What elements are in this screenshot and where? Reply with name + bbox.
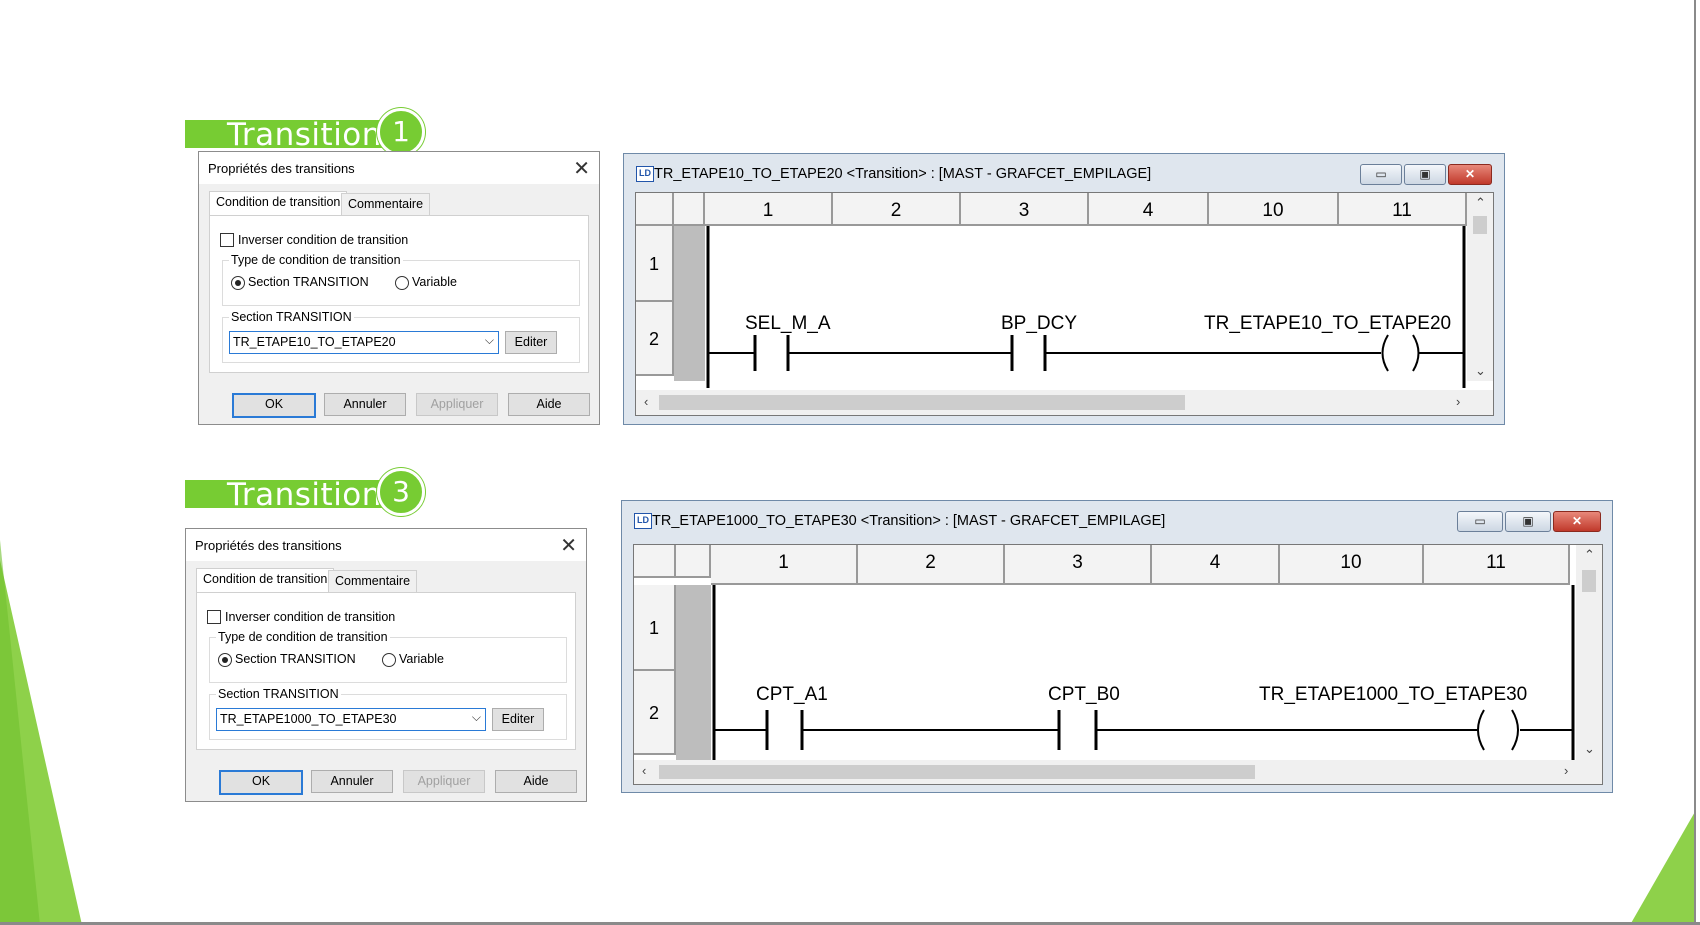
coil-label: TR_ETAPE10_TO_ETAPE20 xyxy=(1204,313,1451,334)
contact-1-label: SEL_M_A xyxy=(745,313,831,334)
apply-button[interactable]: Appliquer xyxy=(416,393,498,416)
scroll-left-icon[interactable]: ‹ xyxy=(642,763,646,778)
minimize-icon[interactable]: ▭ xyxy=(1457,511,1503,532)
vertical-scrollbar[interactable]: ⌃ ⌄ xyxy=(1467,193,1493,381)
banner-number: 1 xyxy=(377,108,425,156)
contact-2-label: CPT_B0 xyxy=(1048,684,1120,705)
decorative-right-triangle xyxy=(1630,810,1696,925)
cancel-button[interactable]: Annuler xyxy=(324,393,406,416)
coil-label: TR_ETAPE1000_TO_ETAPE30 xyxy=(1259,684,1527,705)
scroll-up-icon[interactable]: ⌃ xyxy=(1584,547,1595,563)
section-value: TR_ETAPE10_TO_ETAPE20 xyxy=(233,335,396,349)
ld-grid: 1 2 3 4 10 11 1 2 CPT_A1 CPT_B0 TR_ETAPE… xyxy=(633,544,1603,785)
banner-label: Transition xyxy=(227,117,382,153)
scroll-right-icon[interactable]: › xyxy=(1456,394,1460,409)
vertical-scrollbar[interactable]: ⌃ ⌄ xyxy=(1576,545,1602,760)
invert-checkbox[interactable] xyxy=(220,233,234,247)
section-group-title: Section TRANSITION xyxy=(229,310,354,324)
close-icon[interactable]: ✕ xyxy=(573,156,590,181)
radio-section-label: Section TRANSITION xyxy=(248,275,369,289)
tab-comment[interactable]: Commentaire xyxy=(328,570,418,592)
close-icon[interactable]: ✕ xyxy=(560,533,577,558)
tab-condition[interactable]: Condition de transition xyxy=(209,191,348,215)
horizontal-scroll-thumb[interactable] xyxy=(659,395,1185,410)
scroll-up-icon[interactable]: ⌃ xyxy=(1475,195,1486,211)
type-group-title: Type de condition de transition xyxy=(229,253,403,267)
window-title: TR_ETAPE1000_TO_ETAPE30 <Transition> : [… xyxy=(652,513,1166,529)
tab-comment[interactable]: Commentaire xyxy=(341,193,431,215)
horizontal-scroll-thumb[interactable] xyxy=(659,765,1255,779)
invert-label: Inverser condition de transition xyxy=(225,610,396,624)
transition-1-banner: Transition 1 xyxy=(185,108,425,156)
section-value: TR_ETAPE1000_TO_ETAPE30 xyxy=(220,712,397,726)
section-group: Section TRANSITION TR_ETAPE10_TO_ETAPE20… xyxy=(222,310,580,363)
radio-section-transition[interactable] xyxy=(218,653,232,667)
contact-2-label: BP_DCY xyxy=(1001,313,1077,334)
scroll-down-icon[interactable]: ⌄ xyxy=(1584,741,1595,757)
scroll-left-icon[interactable]: ‹ xyxy=(644,394,648,409)
transition-3-banner: Transition 3 xyxy=(185,468,425,516)
radio-section-label: Section TRANSITION xyxy=(235,652,356,666)
ladder-diagram: CPT_A1 CPT_B0 TR_ETAPE1000_TO_ETAPE30 xyxy=(712,585,1575,760)
ld-icon: LD xyxy=(634,513,652,529)
close-icon[interactable]: ✕ xyxy=(1553,511,1601,532)
tab-panel: Inverser condition de transition Type de… xyxy=(209,215,589,373)
ok-button[interactable]: OK xyxy=(219,770,303,795)
invert-checkbox[interactable] xyxy=(207,610,221,624)
type-group: Type de condition de transition Section … xyxy=(222,253,580,306)
apply-button[interactable]: Appliquer xyxy=(403,770,485,793)
help-button[interactable]: Aide xyxy=(508,393,590,416)
vertical-scroll-thumb[interactable] xyxy=(1473,216,1487,234)
ok-button[interactable]: OK xyxy=(232,393,316,418)
radio-section-transition[interactable] xyxy=(231,276,245,290)
ld-grid: 1 2 3 4 10 11 1 2 SEL_M_A BP_DCY TR_ETAP… xyxy=(635,192,1494,416)
slide-right-border xyxy=(1694,0,1696,925)
section-select[interactable]: TR_ETAPE10_TO_ETAPE20 ⌵ xyxy=(229,331,499,354)
edit-button[interactable]: Editer xyxy=(492,708,544,731)
section-select[interactable]: TR_ETAPE1000_TO_ETAPE30 ⌵ xyxy=(216,708,486,731)
invert-label: Inverser condition de transition xyxy=(238,233,409,247)
dialog-title: Propriétés des transitions xyxy=(208,161,355,176)
section-group: Section TRANSITION TR_ETAPE1000_TO_ETAPE… xyxy=(209,687,567,740)
ladder-diagram: SEL_M_A BP_DCY TR_ETAPE10_TO_ETAPE20 xyxy=(706,226,1466,388)
section-group-title: Section TRANSITION xyxy=(216,687,341,701)
horizontal-scrollbar[interactable]: ‹ › xyxy=(634,760,1602,784)
tab-panel: Inverser condition de transition Type de… xyxy=(196,592,576,750)
vertical-scroll-thumb[interactable] xyxy=(1582,570,1596,592)
minimize-icon[interactable]: ▭ xyxy=(1360,164,1402,185)
type-group-title: Type de condition de transition xyxy=(216,630,390,644)
radio-variable[interactable] xyxy=(395,276,409,290)
banner-label: Transition xyxy=(227,477,382,513)
tab-condition[interactable]: Condition de transition xyxy=(196,568,335,592)
banner-number: 3 xyxy=(377,468,425,516)
horizontal-scrollbar[interactable]: ‹ › xyxy=(636,390,1493,415)
transition-3-ld-window: LD TR_ETAPE1000_TO_ETAPE30 <Transition> … xyxy=(621,500,1613,793)
restore-icon[interactable]: ▣ xyxy=(1404,164,1446,185)
transition-1-properties-dialog: Propriétés des transitions ✕ Condition d… xyxy=(198,151,600,425)
scroll-down-icon[interactable]: ⌄ xyxy=(1475,363,1486,379)
decorative-left-triangle xyxy=(0,540,82,925)
cancel-button[interactable]: Annuler xyxy=(311,770,393,793)
radio-variable-label: Variable xyxy=(412,275,457,289)
transition-3-properties-dialog: Propriétés des transitions ✕ Condition d… xyxy=(185,528,587,802)
radio-variable-label: Variable xyxy=(399,652,444,666)
scroll-right-icon[interactable]: › xyxy=(1564,763,1568,778)
chevron-down-icon[interactable]: ⌵ xyxy=(485,333,494,348)
help-button[interactable]: Aide xyxy=(495,770,577,793)
window-title: TR_ETAPE10_TO_ETAPE20 <Transition> : [MA… xyxy=(654,166,1152,182)
radio-variable[interactable] xyxy=(382,653,396,667)
transition-1-ld-window: LD TR_ETAPE10_TO_ETAPE20 <Transition> : … xyxy=(623,153,1505,425)
edit-button[interactable]: Editer xyxy=(505,331,557,354)
close-icon[interactable]: ✕ xyxy=(1448,164,1492,185)
restore-icon[interactable]: ▣ xyxy=(1505,511,1551,532)
dialog-title: Propriétés des transitions xyxy=(195,538,342,553)
contact-1-label: CPT_A1 xyxy=(756,684,828,705)
chevron-down-icon[interactable]: ⌵ xyxy=(472,710,481,725)
type-group: Type de condition de transition Section … xyxy=(209,630,567,683)
ld-icon: LD xyxy=(636,166,654,182)
